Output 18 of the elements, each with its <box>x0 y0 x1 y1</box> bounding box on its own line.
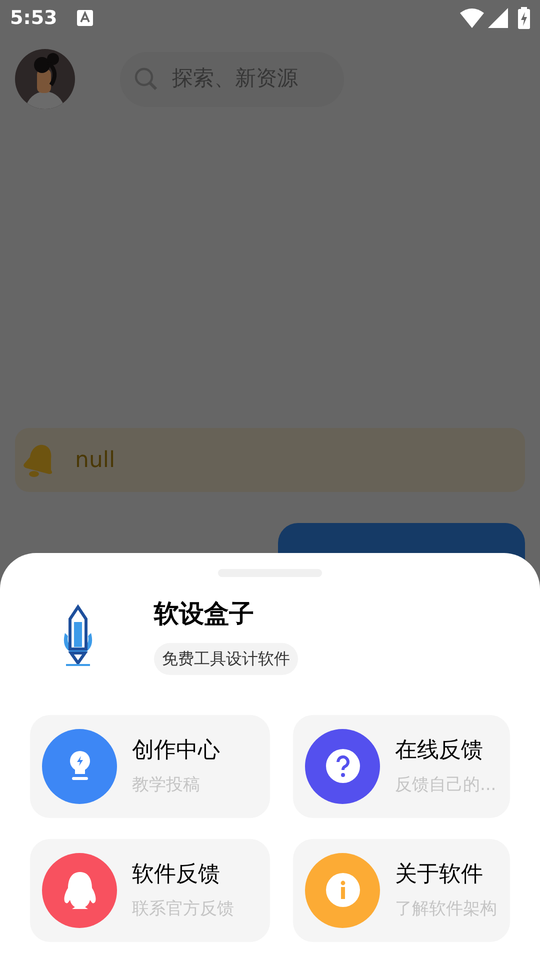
battery-icon <box>518 7 530 29</box>
app-tagline: 免费工具设计软件 <box>154 642 298 674</box>
notice-text: null <box>75 446 116 474</box>
info-icon <box>326 873 360 907</box>
card-title: 软件反馈 <box>132 860 221 889</box>
card-title: 创作中心 <box>132 736 220 765</box>
lightbulb-icon <box>68 750 92 782</box>
card-title: 关于软件 <box>395 860 484 889</box>
app-name: 软设盒子 <box>154 598 254 630</box>
bell-icon <box>23 442 55 478</box>
card-title: 在线反馈 <box>395 736 484 765</box>
question-icon <box>326 749 360 783</box>
wifi-icon <box>460 8 484 28</box>
search-icon <box>134 67 158 91</box>
penguin-icon <box>62 870 98 910</box>
signal-icon <box>488 8 508 28</box>
keyboard-icon <box>77 10 94 26</box>
status-time: 5:53 <box>10 6 58 31</box>
